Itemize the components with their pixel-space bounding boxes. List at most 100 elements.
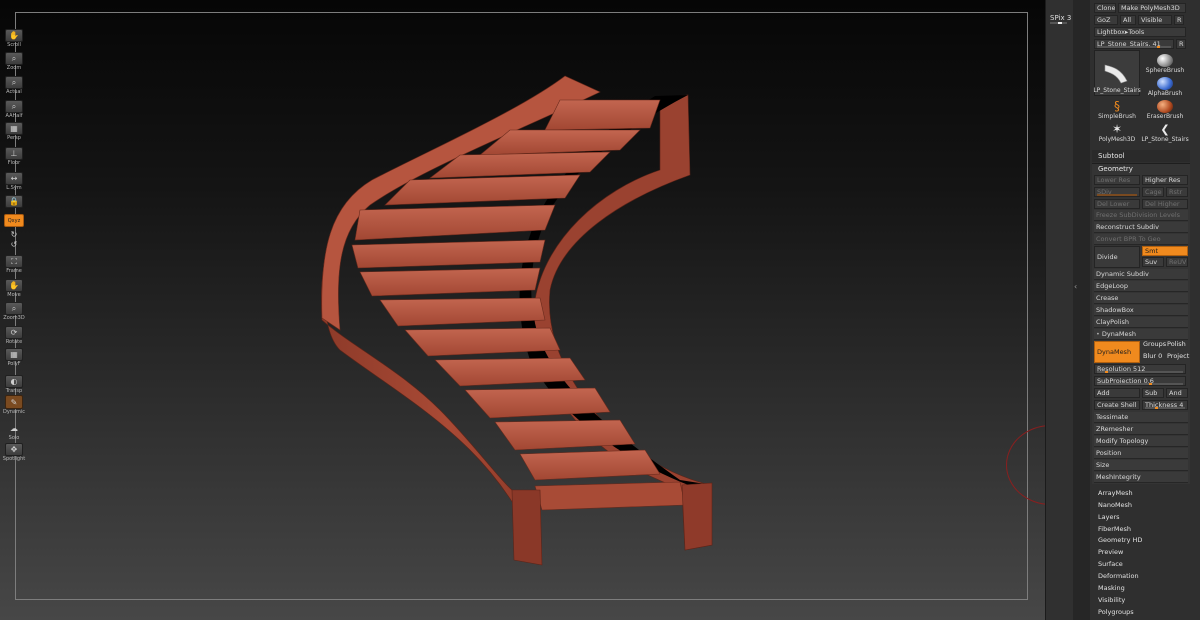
menu-visibility[interactable]: Visibility bbox=[1098, 595, 1125, 606]
shadowbox-button[interactable]: ShadowBox bbox=[1094, 305, 1188, 316]
canvas-frame bbox=[15, 12, 1028, 600]
spix-slider[interactable] bbox=[1050, 22, 1067, 24]
stone-stairs-brush[interactable]: ❮ LP_Stone_Stairs bbox=[1141, 121, 1188, 143]
r-button[interactable]: R bbox=[1174, 15, 1184, 25]
menu-arraymesh[interactable]: ArrayMesh bbox=[1098, 488, 1133, 499]
size-button[interactable]: Size bbox=[1094, 460, 1188, 471]
polymesh3d-brush[interactable]: ✶ PolyMesh3D bbox=[1094, 121, 1140, 144]
sdiv-slider[interactable]: SDiv bbox=[1094, 187, 1140, 197]
menu-masking[interactable]: Masking bbox=[1098, 583, 1125, 594]
lower-res-button[interactable]: Lower Res bbox=[1094, 175, 1140, 185]
move-button[interactable]: ✋ Move bbox=[2, 279, 26, 299]
menu-fibermesh[interactable]: FiberMesh bbox=[1098, 524, 1131, 535]
lsym-button[interactable]: ↔ L.Sym bbox=[2, 172, 26, 192]
subtool-header[interactable]: Subtool bbox=[1092, 150, 1190, 162]
freeze-subdiv-button[interactable]: Freeze SubDivision Levels bbox=[1094, 210, 1188, 221]
actual-icon: ⌕ bbox=[5, 76, 23, 89]
spix-label[interactable]: SPix 3 bbox=[1050, 14, 1071, 22]
polyf-button[interactable]: ▦ PolyF bbox=[2, 348, 26, 368]
blur-slider[interactable]: Blur 0 bbox=[1143, 351, 1162, 362]
subprojection-slider[interactable]: SubProjection 0.6 bbox=[1094, 376, 1186, 386]
divide-button[interactable]: Divide bbox=[1094, 246, 1140, 268]
simple-brush[interactable]: § SimpleBrush bbox=[1094, 98, 1140, 121]
eraser-brush-icon bbox=[1157, 100, 1173, 113]
higher-res-button[interactable]: Higher Res bbox=[1142, 175, 1188, 185]
star-icon: ✶ bbox=[1111, 122, 1123, 136]
polish-button[interactable]: Polish bbox=[1167, 339, 1186, 350]
spotlight-icon: ✥ bbox=[5, 443, 23, 456]
menu-deformation[interactable]: Deformation bbox=[1098, 571, 1139, 582]
project-button[interactable]: Project bbox=[1167, 351, 1189, 362]
menu-geometry-hd[interactable]: Geometry HD bbox=[1098, 535, 1142, 546]
texture-button[interactable]: ✎ Dynamic bbox=[2, 395, 26, 415]
cage-button[interactable]: Cage bbox=[1142, 187, 1164, 197]
menu-nanomesh[interactable]: NanoMesh bbox=[1098, 500, 1132, 511]
rotate-button[interactable]: ⟳ Rotate bbox=[2, 326, 26, 346]
spotlight-button[interactable]: ✥ Spotlight bbox=[2, 443, 26, 463]
res-row: Lower Res Higher Res bbox=[1094, 175, 1188, 185]
visible-button[interactable]: Visible bbox=[1138, 15, 1172, 25]
scroll-button[interactable]: ✋ Scroll bbox=[2, 29, 26, 49]
dynamesh-button[interactable]: DynaMesh bbox=[1094, 341, 1140, 363]
del-higher-button[interactable]: Del Higher bbox=[1142, 199, 1188, 209]
position-button[interactable]: Position bbox=[1094, 448, 1188, 459]
menu-polygroups[interactable]: Polygroups bbox=[1098, 607, 1134, 618]
tool-r-button[interactable]: R bbox=[1176, 39, 1186, 49]
add-button[interactable]: Add bbox=[1094, 388, 1140, 398]
lock-button[interactable]: 🔒 bbox=[2, 195, 26, 215]
document-canvas[interactable] bbox=[0, 0, 1045, 620]
menu-preview[interactable]: Preview bbox=[1098, 547, 1123, 558]
edgeloop-button[interactable]: EdgeLoop bbox=[1094, 281, 1188, 292]
tessimate-button[interactable]: Tessimate bbox=[1094, 412, 1188, 423]
menu-surface[interactable]: Surface bbox=[1098, 559, 1123, 570]
eraser-brush[interactable]: EraserBrush bbox=[1142, 98, 1188, 120]
zoom3d-button[interactable]: ⌕ Zoom3D bbox=[2, 302, 26, 322]
right-shelf bbox=[1045, 0, 1074, 620]
claypolish-button[interactable]: ClayPolish bbox=[1094, 317, 1188, 328]
make-polymesh-button[interactable]: Make PolyMesh3D bbox=[1118, 3, 1186, 13]
groups-button[interactable]: Groups bbox=[1143, 339, 1166, 350]
transp-button[interactable]: ◐ Transp bbox=[2, 375, 26, 395]
modify-topology-button[interactable]: Modify Topology bbox=[1094, 436, 1188, 447]
collapse-arrow-icon[interactable]: ‹ bbox=[1074, 282, 1077, 291]
alpha-brush[interactable]: AlphaBrush bbox=[1142, 75, 1188, 97]
dynamic-subdiv-button[interactable]: Dynamic Subdiv bbox=[1094, 269, 1188, 280]
geometry-header[interactable]: Geometry bbox=[1092, 163, 1190, 175]
clone-button[interactable]: Clone bbox=[1094, 3, 1116, 13]
aahalf-button[interactable]: ⌕ AAHalf bbox=[2, 100, 26, 120]
suv-button[interactable]: Suv bbox=[1142, 257, 1164, 267]
lightbox-tools-button[interactable]: Lightbox▸Tools bbox=[1094, 27, 1186, 37]
current-tool-slider[interactable]: LP_Stone_Stairs. 41 bbox=[1094, 39, 1174, 49]
persp-button[interactable]: ▦ Persp bbox=[2, 122, 26, 142]
sphere-brush[interactable]: SphereBrush bbox=[1142, 52, 1188, 74]
goz-button[interactable]: GoZ bbox=[1094, 15, 1118, 25]
resolution-slider[interactable]: Resolution 512 bbox=[1094, 364, 1186, 374]
sub-button[interactable]: Sub bbox=[1142, 388, 1164, 398]
lightbox-row: Lightbox▸Tools bbox=[1094, 27, 1186, 37]
boolean-row: Add Sub And bbox=[1094, 388, 1188, 398]
xyz-icon: Qxyz bbox=[4, 214, 24, 227]
solo-icon: ☁ bbox=[10, 424, 18, 433]
create-shell-button[interactable]: Create Shell bbox=[1094, 400, 1140, 410]
and-button[interactable]: And bbox=[1166, 388, 1188, 398]
rstr-button[interactable]: Rstr bbox=[1166, 187, 1188, 197]
current-tool-thumbnail[interactable]: LP_Stone_Stairs bbox=[1093, 50, 1141, 96]
lsym-icon: ↔ bbox=[5, 172, 23, 185]
crease-button[interactable]: Crease bbox=[1094, 293, 1188, 304]
frame-button[interactable]: ⛶ Frame bbox=[2, 255, 26, 275]
reconstruct-subdiv-button[interactable]: Reconstruct Subdiv bbox=[1094, 222, 1188, 233]
thickness-slider[interactable]: Thickness 4 bbox=[1142, 400, 1188, 410]
zoom-button[interactable]: ⌕ Zoom bbox=[2, 52, 26, 72]
all-button[interactable]: All bbox=[1120, 15, 1136, 25]
solo-button[interactable]: ☁ Solo bbox=[2, 422, 26, 442]
floor-button[interactable]: ⊥ Floor bbox=[2, 147, 26, 167]
convert-bpr-button[interactable]: Convert BPR To Geo bbox=[1094, 234, 1188, 245]
zoom-icon: ⌕ bbox=[5, 52, 23, 65]
menu-layers[interactable]: Layers bbox=[1098, 512, 1120, 523]
zremesher-button[interactable]: ZRemesher bbox=[1094, 424, 1188, 435]
smt-button[interactable]: Smt bbox=[1142, 246, 1188, 256]
meshintegrity-button[interactable]: MeshIntegrity bbox=[1094, 472, 1188, 483]
actual-button[interactable]: ⌕ Actual bbox=[2, 76, 26, 96]
reuv-button[interactable]: ReUV bbox=[1166, 257, 1188, 267]
del-lower-button[interactable]: Del Lower bbox=[1094, 199, 1140, 209]
